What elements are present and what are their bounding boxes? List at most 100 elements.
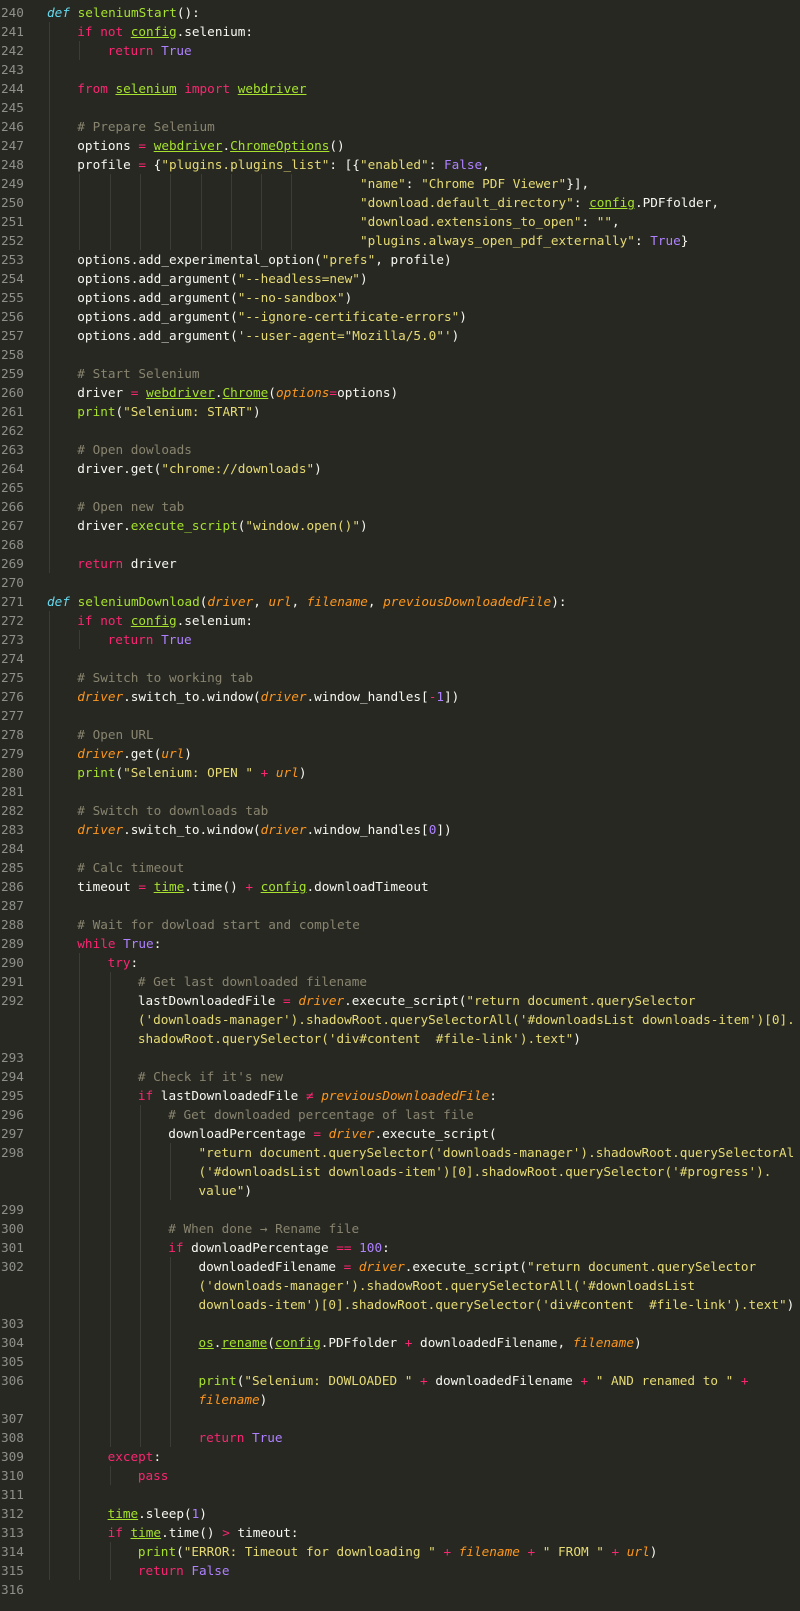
indent-guide xyxy=(170,1371,172,1390)
code-token: + xyxy=(527,1544,536,1559)
code-line[interactable]: 247 options = webdriver.ChromeOptions() xyxy=(0,136,800,155)
code-line[interactable]: 312 time.sleep(1) xyxy=(0,1504,800,1523)
code-line[interactable]: 288 # Wait for dowload start and complete xyxy=(0,915,800,934)
code-line[interactable]: 243 xyxy=(0,60,800,79)
code-line[interactable]: 310 pass xyxy=(0,1466,800,1485)
code-line[interactable]: filename) xyxy=(0,1390,800,1409)
line-number: 313 xyxy=(1,1525,24,1540)
code-line[interactable]: 262 xyxy=(0,421,800,440)
code-line[interactable]: 245 xyxy=(0,98,800,117)
code-line[interactable]: value") xyxy=(0,1181,800,1200)
indent-guide xyxy=(79,1181,81,1200)
code-line[interactable]: downloads-item')[0].shadowRoot.querySele… xyxy=(0,1295,800,1314)
code-line[interactable]: 286 timeout = time.time() + config.downlo… xyxy=(0,877,800,896)
code-line[interactable]: 255 options.add_argument("--no-sandbox") xyxy=(0,288,800,307)
code-line[interactable]: 295 if lastDownloadedFile ≠ previousDownl… xyxy=(0,1086,800,1105)
code-line[interactable]: 275 # Switch to working tab xyxy=(0,668,800,687)
code-line[interactable]: ('downloads-manager').shadowRoot.querySe… xyxy=(0,1276,800,1295)
code-line[interactable]: 302 downloadedFilename = driver.execute_s… xyxy=(0,1257,800,1276)
code-line[interactable]: 264 driver.get("chrome://downloads") xyxy=(0,459,800,478)
code-line[interactable]: 268 xyxy=(0,535,800,554)
code-line[interactable]: 258 xyxy=(0,345,800,364)
code-line[interactable]: shadowRoot.querySelector('div#content #f… xyxy=(0,1029,800,1048)
code-line[interactable]: 257 options.add_argument('--user-agent="M… xyxy=(0,326,800,345)
code-line[interactable]: 294 # Check if it's new xyxy=(0,1067,800,1086)
code-line[interactable]: 248 profile = {"plugins.plugins_list": [{… xyxy=(0,155,800,174)
code-line[interactable]: 284 xyxy=(0,839,800,858)
code-line[interactable]: 314 print("ERROR: Timeout for downloading… xyxy=(0,1542,800,1561)
code-line[interactable]: 253 options.add_experimental_option("pref… xyxy=(0,250,800,269)
code-line[interactable]: 244 from selenium import webdriver xyxy=(0,79,800,98)
code-line[interactable]: 269 return driver xyxy=(0,554,800,573)
code-line[interactable]: 293 xyxy=(0,1048,800,1067)
code-line[interactable]: 303 xyxy=(0,1314,800,1333)
code-line[interactable]: 280 print("Selenium: OPEN " + url) xyxy=(0,763,800,782)
indent-guide xyxy=(170,1257,172,1276)
code-line[interactable]: 311 xyxy=(0,1485,800,1504)
code-line[interactable]: 309 except: xyxy=(0,1447,800,1466)
code-line[interactable]: 305 xyxy=(0,1352,800,1371)
code-line[interactable]: 300 # When done → Rename file xyxy=(0,1219,800,1238)
code-line[interactable]: 265 xyxy=(0,478,800,497)
code-line[interactable]: 242 return True xyxy=(0,41,800,60)
code-line[interactable]: 289 while True: xyxy=(0,934,800,953)
code-line[interactable]: 272 if not config.selenium: xyxy=(0,611,800,630)
code-line[interactable]: 241 if not config.selenium: xyxy=(0,22,800,41)
line-number: 295 xyxy=(1,1088,24,1103)
code-line[interactable]: 290 try: xyxy=(0,953,800,972)
code-line[interactable]: 250 "download.default_directory": config… xyxy=(0,193,800,212)
code-token: ('downloads-manager').shadowRoot.querySe… xyxy=(198,1278,696,1293)
code-token: ]) xyxy=(443,689,460,704)
code-line[interactable]: 249 "name": "Chrome PDF Viewer"}], xyxy=(0,174,800,193)
code-line[interactable]: 291 # Get last downloaded filename xyxy=(0,972,800,991)
code-token: downloadPercentage xyxy=(183,1240,337,1255)
code-line[interactable]: 292 lastDownloadedFile = driver.execute_s… xyxy=(0,991,800,1010)
code-line[interactable]: 267 driver.execute_script("window.open()"… xyxy=(0,516,800,535)
code-line[interactable]: 299 xyxy=(0,1200,800,1219)
code-line[interactable]: 296 # Get downloaded percentage of last f… xyxy=(0,1105,800,1124)
code-line[interactable]: 251 "download.extensions_to_open": "", xyxy=(0,212,800,231)
code-line[interactable]: 246 # Prepare Selenium xyxy=(0,117,800,136)
code-line[interactable]: 278 # Open URL xyxy=(0,725,800,744)
code-line[interactable]: 285 # Calc timeout xyxy=(0,858,800,877)
code-line[interactable]: 270 xyxy=(0,573,800,592)
code-line[interactable]: 281 xyxy=(0,782,800,801)
code-line[interactable]: ('downloads-manager').shadowRoot.querySe… xyxy=(0,1010,800,1029)
code-line[interactable]: 282 # Switch to downloads tab xyxy=(0,801,800,820)
code-line[interactable]: ('#downloadsList downloads-item')[0].sha… xyxy=(0,1162,800,1181)
code-line[interactable]: 315 return False xyxy=(0,1561,800,1580)
code-line[interactable]: 277 xyxy=(0,706,800,725)
indent-guide xyxy=(49,972,50,991)
code-line[interactable]: 279 driver.get(url) xyxy=(0,744,800,763)
code-token: if not xyxy=(77,24,124,39)
code-line[interactable]: 297 downloadPercentage = driver.execute_s… xyxy=(0,1124,800,1143)
code-line[interactable]: 263 # Open dowloads xyxy=(0,440,800,459)
code-line[interactable]: 273 return True xyxy=(0,630,800,649)
code-line[interactable]: 266 # Open new tab xyxy=(0,497,800,516)
code-line[interactable]: 308 return True xyxy=(0,1428,800,1447)
code-line[interactable]: 259 # Start Selenium xyxy=(0,364,800,383)
code-line[interactable]: 306 print("Selenium: DOWLOADED " + downlo… xyxy=(0,1371,800,1390)
code-line[interactable]: 276 driver.switch_to.window(driver.window… xyxy=(0,687,800,706)
code-line[interactable]: 307 xyxy=(0,1409,800,1428)
indent-guide xyxy=(109,1086,111,1105)
code-text: "plugins.always_open_pdf_externally": Tr… xyxy=(77,231,688,250)
code-line[interactable]: 260 driver = webdriver.Chrome(options=opt… xyxy=(0,383,800,402)
code-editor[interactable]: 240 def seleniumStart(): 241 if not config.… xyxy=(0,0,800,1611)
code-line[interactable]: 254 options.add_argument("--headless=new"… xyxy=(0,269,800,288)
code-line[interactable]: 313 if time.time() > timeout: xyxy=(0,1523,800,1542)
code-line[interactable]: 287 xyxy=(0,896,800,915)
code-line[interactable]: 316 xyxy=(0,1580,800,1599)
code-line[interactable]: 283 driver.switch_to.window(driver.window… xyxy=(0,820,800,839)
code-line[interactable]: 261 print("Selenium: START") xyxy=(0,402,800,421)
indent-guide xyxy=(49,345,50,364)
code-line[interactable]: 240 def seleniumStart(): xyxy=(0,3,800,22)
code-line[interactable]: 256 options.add_argument("--ignore-certif… xyxy=(0,307,800,326)
code-line[interactable]: 304 os.rename(config.PDFfolder + download… xyxy=(0,1333,800,1352)
code-line[interactable]: 274 xyxy=(0,649,800,668)
code-line[interactable]: 252 "plugins.always_open_pdf_externally"… xyxy=(0,231,800,250)
code-line[interactable]: 301 if downloadPercentage == 100: xyxy=(0,1238,800,1257)
code-line[interactable]: 298 "return document.querySelector('downl… xyxy=(0,1143,800,1162)
code-line[interactable]: 271 def seleniumDownload(driver, url, fil… xyxy=(0,592,800,611)
